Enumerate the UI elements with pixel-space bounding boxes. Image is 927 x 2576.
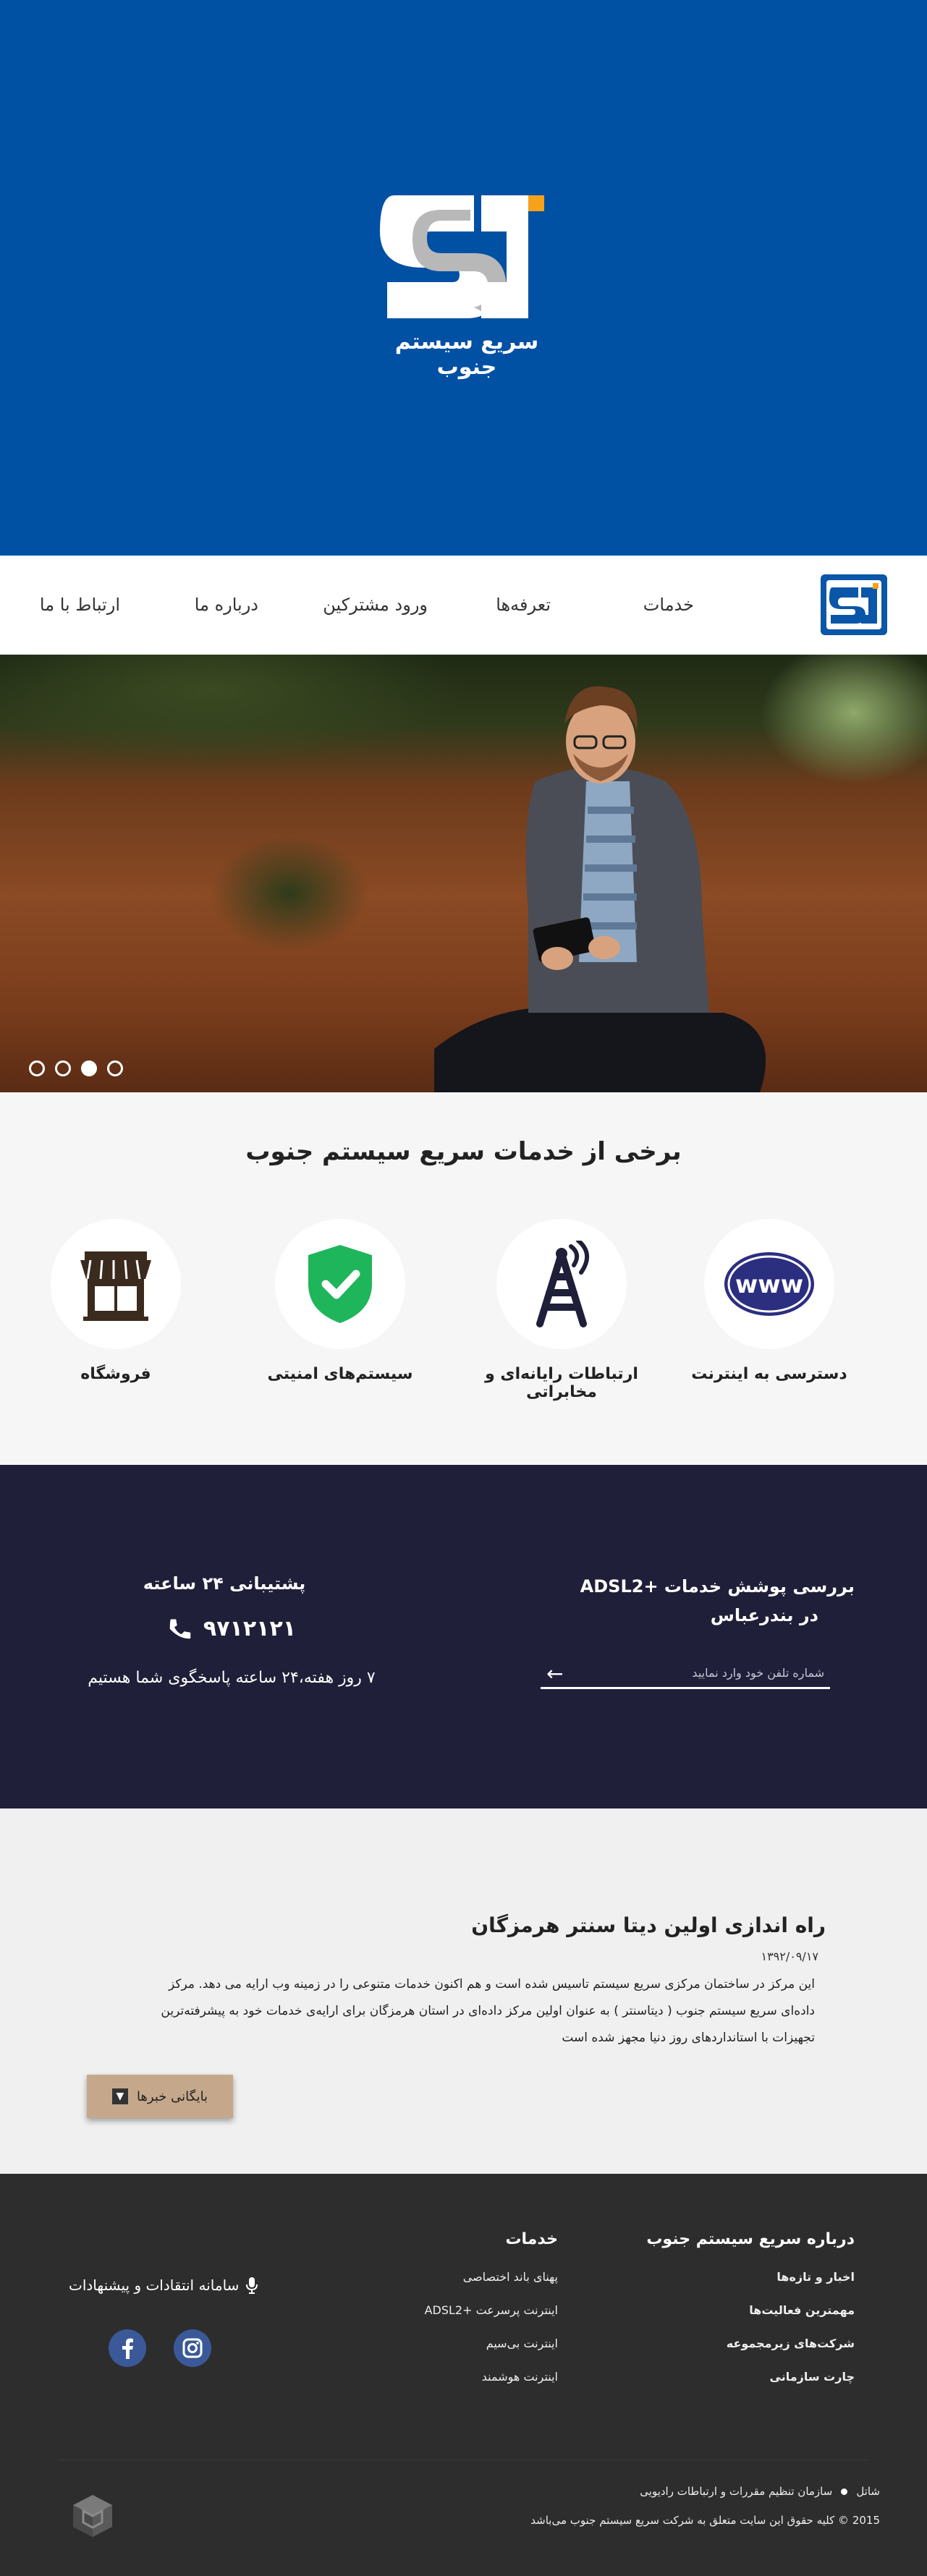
- social-links: [109, 2329, 211, 2367]
- slider-pagination: [29, 1060, 123, 1076]
- news-title[interactable]: راه اندازی اولین دیتا سنتر هرمزگان: [471, 1913, 826, 1937]
- footer-link-adsl[interactable]: اینترنت پرسرعت +ADSL2: [425, 2303, 558, 2317]
- hero-banner: سریع سیستم جنوب: [0, 0, 927, 556]
- service-internet-access[interactable]: www دسترسی به اینترنت: [661, 1219, 878, 1383]
- nav-item-about[interactable]: درباره ما: [195, 595, 258, 615]
- footer-link-shatel[interactable]: شاتل: [856, 2485, 880, 2498]
- slider-dot-1[interactable]: [29, 1060, 45, 1076]
- microphone-icon: [246, 2277, 258, 2294]
- news-archive-button[interactable]: بایگانی خبرها ▼: [87, 2075, 233, 2118]
- svg-text:www: www: [735, 1270, 803, 1299]
- coverage-title-line2: در بندرعباس: [710, 1605, 818, 1625]
- slider-dot-3[interactable]: [81, 1060, 97, 1076]
- slider-dot-2[interactable]: [55, 1060, 71, 1076]
- news-date: ۱۳۹۲/۰۹/۱۷: [761, 1950, 818, 1963]
- footer-link-dedicated-bandwidth[interactable]: پهنای باند اختصاصی: [425, 2270, 558, 2284]
- support-phone: ۹۷۱۲۱۲۱: [137, 1615, 326, 1641]
- shield-check-icon: [308, 1245, 372, 1323]
- cube-logo-icon: [73, 2495, 112, 2537]
- footer-link-smart-internet[interactable]: اینترنت هوشمند: [425, 2370, 558, 2384]
- company-logo: سریع سیستم جنوب: [373, 181, 561, 380]
- footer-link-activities[interactable]: مهمترین فعالیت‌ها: [646, 2303, 855, 2317]
- site-footer: درباره سریع سیستم جنوب اخبار و تازه‌ها م…: [0, 2174, 927, 2576]
- support-hours: ۷ روز هفته،۲۴ ساعته پاسخگوی شما هستیم: [88, 1669, 376, 1687]
- shop-icon: [80, 1251, 151, 1321]
- footer-about-title: درباره سریع سیستم جنوب: [646, 2230, 855, 2248]
- service-shop[interactable]: فروشگاه: [7, 1219, 224, 1383]
- footer-services-column: خدمات پهنای باند اختصاصی اینترنت پرسرعت …: [425, 2230, 558, 2403]
- coverage-title: بررسی پوشش خدمات +ADSL2 در بندرعباس: [551, 1572, 855, 1630]
- foliage-blur: [0, 655, 463, 770]
- main-nav: خدمات تعرفه‌ها ورود مشترکین درباره ما ار…: [0, 556, 927, 655]
- plant-shadow: [210, 836, 369, 951]
- nav-item-tariffs[interactable]: تعرفه‌ها: [496, 595, 551, 615]
- service-icon-circle: [496, 1219, 627, 1349]
- footer-link-org-chart[interactable]: چارت سازمانی: [646, 2370, 855, 2384]
- support-phone-number: ۹۷۱۲۱۲۱: [203, 1615, 297, 1641]
- services-title: برخی از خدمات سریع سیستم جنوب: [245, 1137, 682, 1166]
- service-label: سیستم‌های امنیتی: [267, 1365, 413, 1383]
- nav-item-subscriber-login[interactable]: ورود مشترکین: [323, 595, 428, 615]
- service-icon-circle: www: [704, 1219, 834, 1349]
- nav-logo[interactable]: [821, 574, 887, 635]
- footer-link-wireless[interactable]: اینترنت بی‌سیم: [425, 2337, 558, 2350]
- feedback-link[interactable]: سامانه انتقادات و پیشنهادات: [69, 2277, 258, 2294]
- news-section: راه اندازی اولین دیتا سنتر هرمزگان ۱۳۹۲/…: [0, 1808, 927, 2174]
- footer-link-subsidiaries[interactable]: شرکت‌های زیرمجموعه: [646, 2337, 855, 2350]
- footer-services-title: خدمات: [505, 2230, 558, 2248]
- service-label: فروشگاه: [80, 1365, 151, 1383]
- footer-link-news[interactable]: اخبار و تازه‌ها: [646, 2270, 855, 2284]
- footer-about-column: درباره سریع سیستم جنوب اخبار و تازه‌ها م…: [646, 2230, 855, 2403]
- hero-slider[interactable]: [0, 655, 927, 1092]
- facebook-icon[interactable]: [109, 2329, 146, 2367]
- service-security[interactable]: سیستم‌های امنیتی: [232, 1219, 449, 1383]
- service-icon-circle: [51, 1219, 181, 1349]
- footer-partners: شاتل سازمان تنظیم مقررات و ارتباطات رادی…: [640, 2485, 880, 2498]
- news-body: این مرکز در ساختمان مرکزی سریع سیستم تاس…: [161, 1977, 815, 2045]
- service-icon-circle: [275, 1219, 405, 1349]
- archive-label: بایگانی خبرها: [136, 2088, 208, 2104]
- antenna-icon: [536, 1241, 589, 1327]
- service-label: ارتباطات رایانه‌ای و مخابراتی: [485, 1365, 638, 1401]
- instagram-icon[interactable]: [174, 2329, 211, 2367]
- coverage-support-band: بررسی پوشش خدمات +ADSL2 در بندرعباس ← پش…: [0, 1465, 927, 1808]
- service-label: دسترسی به اینترنت: [691, 1365, 847, 1383]
- services-section: برخی از خدمات سریع سیستم جنوب www دسترسی…: [0, 1092, 927, 1465]
- company-logo-text: سریع سیستم جنوب: [394, 329, 539, 380]
- phone-number-input[interactable]: [541, 1659, 830, 1689]
- arrow-left-icon[interactable]: ←: [546, 1662, 563, 1686]
- service-telecom[interactable]: ارتباطات رایانه‌ای و مخابراتی: [453, 1219, 670, 1401]
- nav-item-contact[interactable]: ارتباط با ما: [40, 595, 120, 615]
- footer-link-regulator[interactable]: سازمان تنظیم مقررات و ارتباطات رادیویی: [640, 2485, 832, 2498]
- slider-dot-4[interactable]: [107, 1060, 123, 1076]
- www-icon: www: [724, 1252, 814, 1316]
- phone-icon: [169, 1619, 191, 1639]
- feedback-label: سامانه انتقادات و پیشنهادات: [69, 2277, 240, 2294]
- archive-box-icon: ▼: [111, 2088, 128, 2104]
- nav-item-services[interactable]: خدمات: [643, 595, 694, 615]
- support-title: پشتیبانی ۲۴ ساعته: [143, 1573, 306, 1594]
- copyright-text: 2015 © کلیه حقوق این سایت متعلق به شرکت …: [530, 2514, 880, 2527]
- coverage-title-line1: بررسی پوشش خدمات +ADSL2: [580, 1576, 855, 1597]
- bullet-icon: [841, 2488, 848, 2495]
- slide-photo-person: [434, 686, 766, 1092]
